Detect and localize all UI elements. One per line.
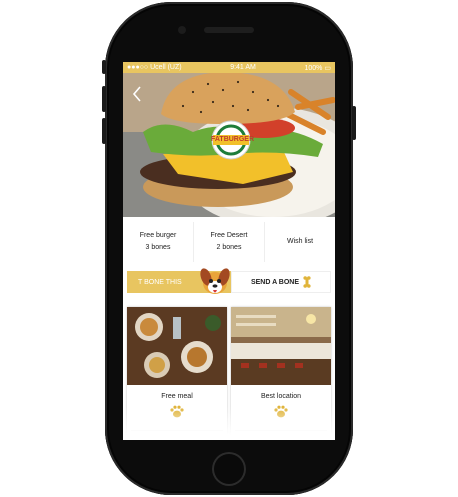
home-button[interactable] <box>212 452 246 486</box>
app-screen: ●●●○○ Ucell (UZ) 9:41 AM 100% ▭ FATBURGE… <box>123 62 335 440</box>
reward-free-burger[interactable]: Free burger 3 bones <box>123 222 194 262</box>
send-bone-button[interactable]: SEND A BONE <box>231 271 331 293</box>
card-label: Free meal <box>161 393 193 400</box>
brand-logo-text: FATBURGER <box>211 136 255 143</box>
front-camera <box>178 26 186 34</box>
reward-title: Wish list <box>286 238 314 245</box>
battery-percent: 100% <box>304 64 323 72</box>
status-time: 9:41 AM <box>230 64 256 71</box>
action-row: T BONE THIS SEND A BONE <box>127 268 331 294</box>
send-bone-label: SEND A BONE <box>250 278 300 286</box>
restaurant-interior-photo <box>231 307 331 385</box>
dog-mascot-icon <box>200 268 230 294</box>
chevron-left-icon[interactable] <box>132 86 142 102</box>
reward-wish-list[interactable]: Wish list <box>265 222 335 262</box>
bottom-fade-overlay <box>123 407 335 440</box>
bone-icon <box>303 276 311 288</box>
volume-down-button <box>102 118 106 144</box>
status-bar: ●●●○○ Ucell (UZ) 9:41 AM 100% ▭ <box>123 62 335 73</box>
card-label: Best location <box>260 393 302 400</box>
battery-indicator: 100% ▭ <box>305 64 331 72</box>
reward-title: Free burger <box>139 232 177 239</box>
reward-value: 3 bones <box>145 244 171 251</box>
battery-icon: ▭ <box>324 64 331 72</box>
food-table-photo <box>127 307 227 385</box>
earpiece-speaker <box>204 27 254 33</box>
reward-title: Free Desert <box>210 232 248 239</box>
rewards-row: Free burger 3 bones Free Desert 2 bones … <box>123 222 335 262</box>
reward-free-desert[interactable]: Free Desert 2 bones <box>194 222 265 262</box>
reward-value: 2 bones <box>216 244 242 251</box>
signal-icon: ●●●○○ <box>127 64 149 71</box>
tbone-this-button[interactable]: T BONE THIS <box>127 268 231 294</box>
tbone-label: T BONE THIS <box>138 278 182 286</box>
mute-switch <box>102 60 106 74</box>
volume-up-button <box>102 86 106 112</box>
carrier-name: Ucell (UZ) <box>150 64 182 71</box>
power-button <box>352 106 356 140</box>
carrier-signal: ●●●○○ Ucell (UZ) <box>127 64 182 71</box>
